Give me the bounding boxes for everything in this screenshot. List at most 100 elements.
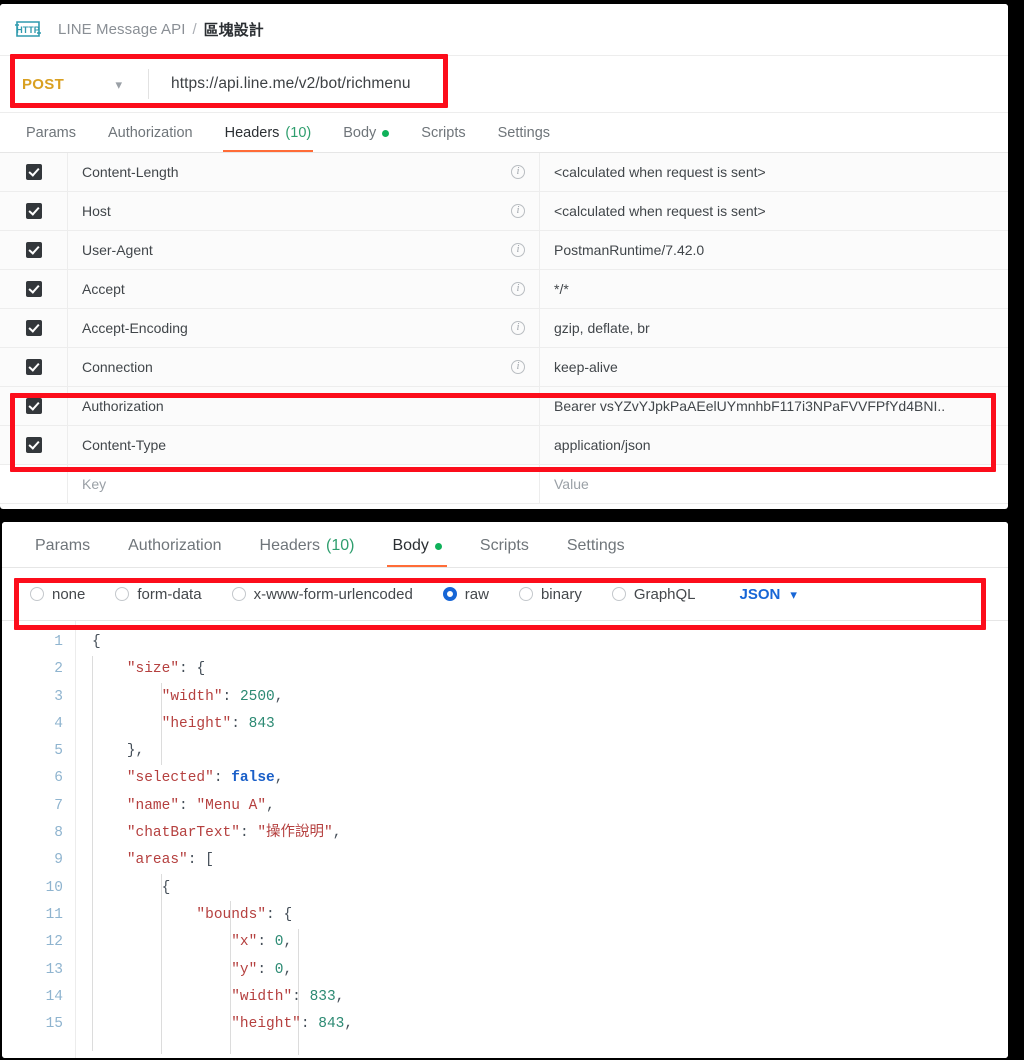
radio-icon[interactable] <box>611 587 626 601</box>
radio-icon[interactable] <box>115 587 130 601</box>
header-value-cell[interactable]: */* <box>540 270 1008 308</box>
radio-icon[interactable] <box>30 587 44 601</box>
header-key-cell[interactable]: Accept i <box>68 270 540 308</box>
request-panel: HTTP LINE Message API / 區塊設計 POST ▾ http… <box>0 4 1008 509</box>
checkbox-icon[interactable] <box>25 281 42 297</box>
code-token: "width" <box>161 688 223 705</box>
table-row[interactable]: Content-Type application/json <box>0 426 1008 465</box>
url-input[interactable]: https://api.line.me/v2/bot/richmenu <box>149 75 411 93</box>
radio-icon[interactable] <box>442 587 457 601</box>
header-value-cell[interactable]: PostmanRuntime/7.42.0 <box>540 231 1008 269</box>
table-row[interactable]: Connection i keep-alive <box>0 348 1008 387</box>
tab-authorization[interactable]: Authorization <box>92 125 209 152</box>
header-key-cell[interactable]: User-Agent i <box>68 231 540 269</box>
header-key-cell[interactable]: Content-Type <box>68 426 540 464</box>
info-icon[interactable]: i <box>511 360 525 374</box>
header-key-cell[interactable]: Accept-Encoding i <box>68 309 540 347</box>
info-icon[interactable]: i <box>511 282 525 296</box>
body-panel: Params Authorization Headers (10) Body Script… <box>2 522 1008 1058</box>
info-icon[interactable]: i <box>511 321 525 335</box>
info-icon[interactable]: i <box>511 204 525 218</box>
header-key-cell[interactable]: Connection i <box>68 348 540 386</box>
new-header-key-input[interactable]: Key <box>68 465 540 503</box>
body-type-label: binary <box>540 585 582 603</box>
header-value-cell[interactable]: application/json <box>540 426 1008 464</box>
table-row[interactable]: Accept i */* <box>0 270 1008 309</box>
code-token: , <box>344 1016 354 1033</box>
line-number: 13 <box>45 961 63 978</box>
tab-scripts[interactable]: Scripts <box>405 125 481 152</box>
body-tabs: Params Authorization Headers (10) Body Script… <box>2 522 1008 568</box>
breadcrumb-current[interactable]: 區塊設計 <box>204 19 264 40</box>
tab-params[interactable]: Params <box>10 125 92 152</box>
code-area[interactable]: { "size": { "width": 2500, "height": 843… <box>76 621 1008 1058</box>
body-type-x-www-form-urlencoded[interactable]: x-www-form-urlencoded <box>231 586 413 603</box>
header-enabled-cell <box>0 309 68 347</box>
info-icon[interactable]: i <box>511 165 525 179</box>
code-token: : <box>257 961 275 978</box>
header-value-cell[interactable]: keep-alive <box>540 348 1008 386</box>
code-token: : <box>213 770 232 787</box>
tab-settings[interactable]: Settings <box>548 537 644 567</box>
body-type-raw[interactable]: raw <box>442 586 489 603</box>
tab-authorization[interactable]: Authorization <box>109 537 240 567</box>
table-row[interactable]: Authorization Bearer vsYZvYJpkPaAEelUYmnh… <box>0 387 1008 426</box>
svg-text:HTTP: HTTP <box>16 25 40 35</box>
code-line: "x": 0, <box>76 929 1008 956</box>
raw-format-select[interactable]: JSON ▾ <box>740 586 797 603</box>
tab-params[interactable]: Params <box>16 537 109 567</box>
header-key-cell[interactable]: Authorization <box>68 387 540 425</box>
body-type-GraphQL[interactable]: GraphQL <box>611 586 696 603</box>
body-modified-dot-icon <box>382 129 390 137</box>
method-selector[interactable]: POST ▾ <box>0 56 148 112</box>
checkbox-icon[interactable] <box>25 242 42 258</box>
header-value-cell[interactable]: <calculated when request is sent> <box>540 192 1008 230</box>
table-row[interactable]: Content-Length i <calculated when request … <box>0 153 1008 192</box>
radio-icon[interactable] <box>518 587 533 601</box>
tab-headers[interactable]: Headers (10) <box>241 537 374 567</box>
header-value-cell[interactable]: Bearer vsYZvYJpkPaAEelUYmnhbF117i3NPaFVV… <box>540 387 1008 425</box>
table-row[interactable]: User-Agent i PostmanRuntime/7.42.0 <box>0 231 1008 270</box>
checkbox-icon[interactable] <box>25 320 42 336</box>
radio-icon[interactable] <box>231 587 246 601</box>
header-key-cell[interactable]: Content-Length i <box>68 153 540 191</box>
header-enabled-cell <box>0 387 68 425</box>
line-number: 14 <box>45 988 63 1005</box>
header-value-cell[interactable]: gzip, deflate, br <box>540 309 1008 347</box>
code-token: : <box>292 988 310 1005</box>
line-number-gutter: 1 2 3 4 5 6 7 8 9 10 11 12 13 14 15 <box>2 621 76 1058</box>
table-row-placeholder[interactable]: Key Value <box>0 465 1008 504</box>
checkbox-icon[interactable] <box>26 476 42 492</box>
body-type-form-data[interactable]: form-data <box>115 586 202 603</box>
line-number: 15 <box>45 1016 63 1033</box>
header-value-cell[interactable]: <calculated when request is sent> <box>540 153 1008 191</box>
code-line: { <box>76 875 1008 902</box>
tab-label: Params <box>26 125 76 141</box>
tab-body[interactable]: Body <box>373 537 460 567</box>
checkbox-icon[interactable] <box>25 203 42 219</box>
tab-scripts[interactable]: Scripts <box>461 537 548 567</box>
http-logo-icon: HTTP <box>12 17 44 43</box>
tab-settings[interactable]: Settings <box>482 125 566 152</box>
line-number: 4 <box>54 715 63 732</box>
info-icon[interactable]: i <box>511 243 525 257</box>
checkbox-icon[interactable] <box>25 437 42 453</box>
code-token: "selected" <box>126 770 214 787</box>
body-type-binary[interactable]: binary <box>518 585 582 603</box>
table-row[interactable]: Accept-Encoding i gzip, deflate, br <box>0 309 1008 348</box>
code-token: { <box>92 634 101 650</box>
line-number: 2 <box>54 661 63 678</box>
checkbox-icon[interactable] <box>25 359 42 375</box>
new-header-value-input[interactable]: Value <box>540 465 1008 503</box>
json-editor[interactable]: 1 2 3 4 5 6 7 8 9 10 11 12 13 14 15 { "size": { "width… <box>2 620 1008 1058</box>
body-type-none[interactable]: none <box>30 586 85 603</box>
header-value-text: keep-alive <box>554 359 618 375</box>
checkbox-icon[interactable] <box>25 398 42 414</box>
breadcrumb-parent[interactable]: LINE Message API <box>58 21 186 38</box>
header-key-cell[interactable]: Host i <box>68 192 540 230</box>
tab-headers[interactable]: Headers (10) <box>209 125 328 152</box>
tab-body[interactable]: Body <box>327 125 405 152</box>
table-row[interactable]: Host i <calculated when request is sent> <box>0 192 1008 231</box>
checkbox-icon[interactable] <box>25 164 42 180</box>
